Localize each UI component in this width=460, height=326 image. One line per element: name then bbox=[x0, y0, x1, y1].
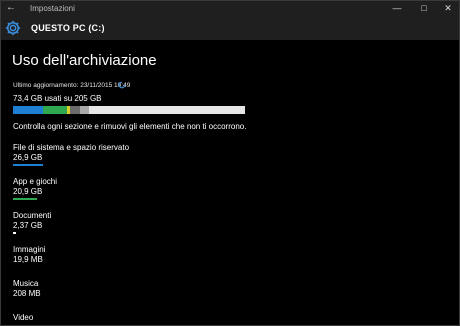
usage-bar-segment bbox=[69, 106, 80, 114]
gear-icon bbox=[5, 20, 21, 36]
window-frame bbox=[0, 0, 460, 326]
storage-usage-bar bbox=[13, 106, 245, 114]
usage-bar-segment bbox=[13, 106, 44, 114]
usage-bar-segment bbox=[43, 106, 68, 114]
close-icon[interactable]: ✕ bbox=[440, 1, 456, 15]
category-usage-bar bbox=[13, 198, 37, 200]
minimize-icon[interactable]: — bbox=[389, 1, 405, 15]
category-name[interactable]: Documenti bbox=[13, 211, 51, 220]
title-bar: ← Impostazioni — □ ✕ bbox=[0, 0, 460, 16]
refresh-spinner-icon bbox=[118, 81, 126, 89]
page-title: Uso dell'archiviazione bbox=[12, 52, 157, 69]
description-text: Controlla ogni sezione e rimuovi gli ele… bbox=[13, 122, 247, 131]
last-update-text: Ultimo aggiornamento: 23/11/2015 10:49 bbox=[13, 82, 131, 89]
category-name[interactable]: Musica bbox=[13, 279, 38, 288]
page-header: QUESTO PC (C:) bbox=[0, 16, 460, 40]
category-size: 20,9 GB bbox=[13, 187, 43, 196]
usage-bar-segment bbox=[79, 106, 89, 114]
maximize-icon[interactable]: □ bbox=[416, 1, 432, 15]
category-usage-bar bbox=[13, 232, 16, 234]
category-usage-bar bbox=[13, 164, 43, 166]
window-title: Impostazioni bbox=[30, 4, 75, 13]
category-name[interactable]: Video bbox=[13, 313, 33, 322]
category-name[interactable]: Immagini bbox=[13, 245, 45, 254]
drive-title: QUESTO PC (C:) bbox=[31, 23, 105, 33]
back-arrow-icon[interactable]: ← bbox=[6, 2, 16, 14]
category-size: 208 MB bbox=[13, 289, 41, 298]
category-size: 19,9 MB bbox=[13, 255, 43, 264]
category-name[interactable]: App e giochi bbox=[13, 177, 57, 186]
category-size: 26,9 GB bbox=[13, 153, 43, 162]
category-name[interactable]: File di sistema e spazio riservato bbox=[13, 143, 129, 152]
category-size: 2,37 GB bbox=[13, 221, 43, 230]
usage-summary: 73,4 GB usati su 205 GB bbox=[13, 94, 102, 103]
